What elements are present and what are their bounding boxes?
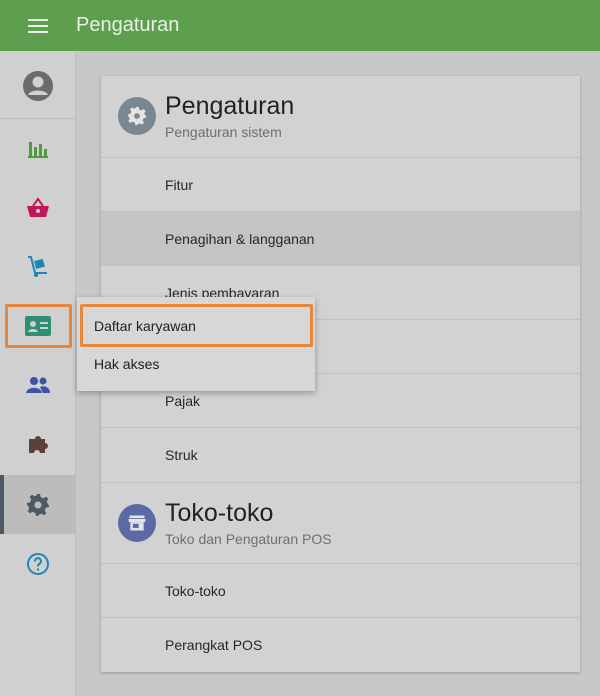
- row-label: Penagihan & langganan: [165, 231, 315, 247]
- page-title: Pengaturan: [76, 14, 180, 36]
- employees-highlight: [5, 304, 72, 348]
- puzzle-icon: [29, 435, 48, 453]
- settings-section-header: Pengaturan Pengaturan sistem: [101, 76, 580, 156]
- help-icon: [27, 552, 49, 575]
- sidebar-item-help[interactable]: [0, 534, 76, 593]
- settings-row-features[interactable]: Fitur: [101, 157, 580, 211]
- settings-row-billing[interactable]: Penagihan & langganan: [101, 211, 580, 265]
- row-label: Perangkat POS: [165, 637, 263, 653]
- sidebar-item-account[interactable]: [0, 56, 76, 115]
- settings-section-subtitle: Pengaturan sistem: [165, 124, 282, 140]
- submenu-label: Hak akses: [94, 356, 160, 372]
- employee-list-highlight: [80, 304, 313, 347]
- submenu-item-access-rights[interactable]: Hak akses: [77, 344, 315, 382]
- sidebar: [0, 51, 76, 696]
- row-label: Pajak: [165, 393, 201, 409]
- gear-icon: [127, 106, 147, 126]
- basket-icon: [27, 196, 49, 217]
- sidebar-item-reports[interactable]: [0, 119, 76, 178]
- sidebar-item-settings[interactable]: [0, 475, 76, 534]
- sidebar-item-integrations[interactable]: [0, 414, 76, 473]
- row-label: Struk: [165, 447, 198, 463]
- row-label: Toko-toko: [165, 583, 226, 599]
- settings-row-receipts[interactable]: Struk: [101, 427, 580, 481]
- stores-section-title: Toko-toko: [165, 499, 274, 527]
- stores-row-pos-devices[interactable]: Perangkat POS: [101, 617, 580, 671]
- account-icon: [23, 70, 53, 101]
- settings-icon: [27, 493, 49, 516]
- row-label: Fitur: [165, 177, 193, 193]
- reports-icon: [28, 141, 48, 158]
- dolly-icon: [28, 255, 47, 277]
- app-bar: Pengaturan: [0, 0, 600, 51]
- stores-section-header: Toko-toko Toko dan Pengaturan POS: [101, 482, 580, 562]
- employees-submenu: Daftar karyawan Hak akses: [77, 297, 315, 391]
- store-icon: [128, 515, 146, 531]
- menu-icon[interactable]: [0, 0, 76, 51]
- customers-icon: [26, 376, 50, 393]
- sidebar-item-inventory[interactable]: [0, 237, 76, 296]
- stores-row-stores[interactable]: Toko-toko: [101, 563, 580, 617]
- sidebar-item-items[interactable]: [0, 178, 76, 237]
- stores-section-icon: [118, 504, 156, 542]
- sidebar-item-customers[interactable]: [0, 355, 76, 414]
- stores-section-subtitle: Toko dan Pengaturan POS: [165, 531, 332, 547]
- settings-section-title: Pengaturan: [165, 92, 295, 120]
- settings-section-icon: [118, 97, 156, 135]
